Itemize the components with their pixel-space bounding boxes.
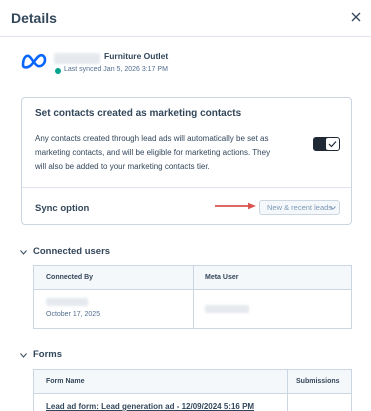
sync-status-dot [55,68,61,74]
connected-by-name-redacted [46,298,88,306]
header-divider [0,36,371,37]
account-name: Furniture Outlet [104,51,169,61]
connected-users-table-header: Connected By Meta User [34,266,351,290]
sync-option-value: New & recent leads [267,203,333,212]
column-header-form-name: Form Name [46,378,85,385]
close-icon[interactable] [349,10,363,24]
meta-logo-icon [21,53,47,69]
column-separator [193,266,194,290]
connected-date: October 17, 2025 [46,311,101,318]
toggle-knob [326,138,339,150]
sync-option-select[interactable]: New & recent leads [259,200,340,215]
form-name-link[interactable]: Lead ad form: Lead generation ad - 12/09… [46,402,254,411]
chevron-down-icon[interactable] [20,353,27,358]
forms-table-header: Form Name Submissions [34,370,351,394]
marketing-contacts-toggle[interactable] [313,137,340,151]
marketing-contacts-title: Set contacts created as marketing contac… [35,108,242,119]
forms-table: Form Name Submissions Lead ad form: Lead… [33,369,352,411]
details-header: Details [0,0,371,36]
column-header-meta-user: Meta User [205,274,239,281]
column-separator [287,370,288,394]
column-header-submissions: Submissions [296,378,340,385]
sync-option-label: Sync option [35,203,90,214]
meta-user-redacted [205,305,249,313]
column-separator [193,290,194,328]
check-icon [328,141,337,148]
chevron-down-icon[interactable] [20,250,27,255]
chevron-down-icon [330,206,336,210]
forms-title: Forms [33,349,63,360]
column-separator [287,394,288,411]
marketing-contacts-description: Any contacts created through lead ads wi… [35,134,271,171]
card-divider [22,187,351,188]
account-name-redacted [54,53,100,64]
connected-users-table: Connected By Meta User October 17, 2025 [33,265,352,329]
forms-header[interactable]: Forms [20,349,220,363]
annotation-arrow-icon [215,202,256,210]
marketing-contacts-card: Set contacts created as marketing contac… [21,97,352,225]
connected-users-header[interactable]: Connected users [20,246,220,260]
last-synced-text: Last synced Jan 5, 2026 3:17 PM [64,66,168,73]
column-header-connected-by: Connected By [46,274,94,281]
panel-title: Details [11,10,57,26]
connected-users-title: Connected users [33,246,111,257]
account-summary: Furniture Outlet Last synced Jan 5, 2026… [20,48,360,84]
